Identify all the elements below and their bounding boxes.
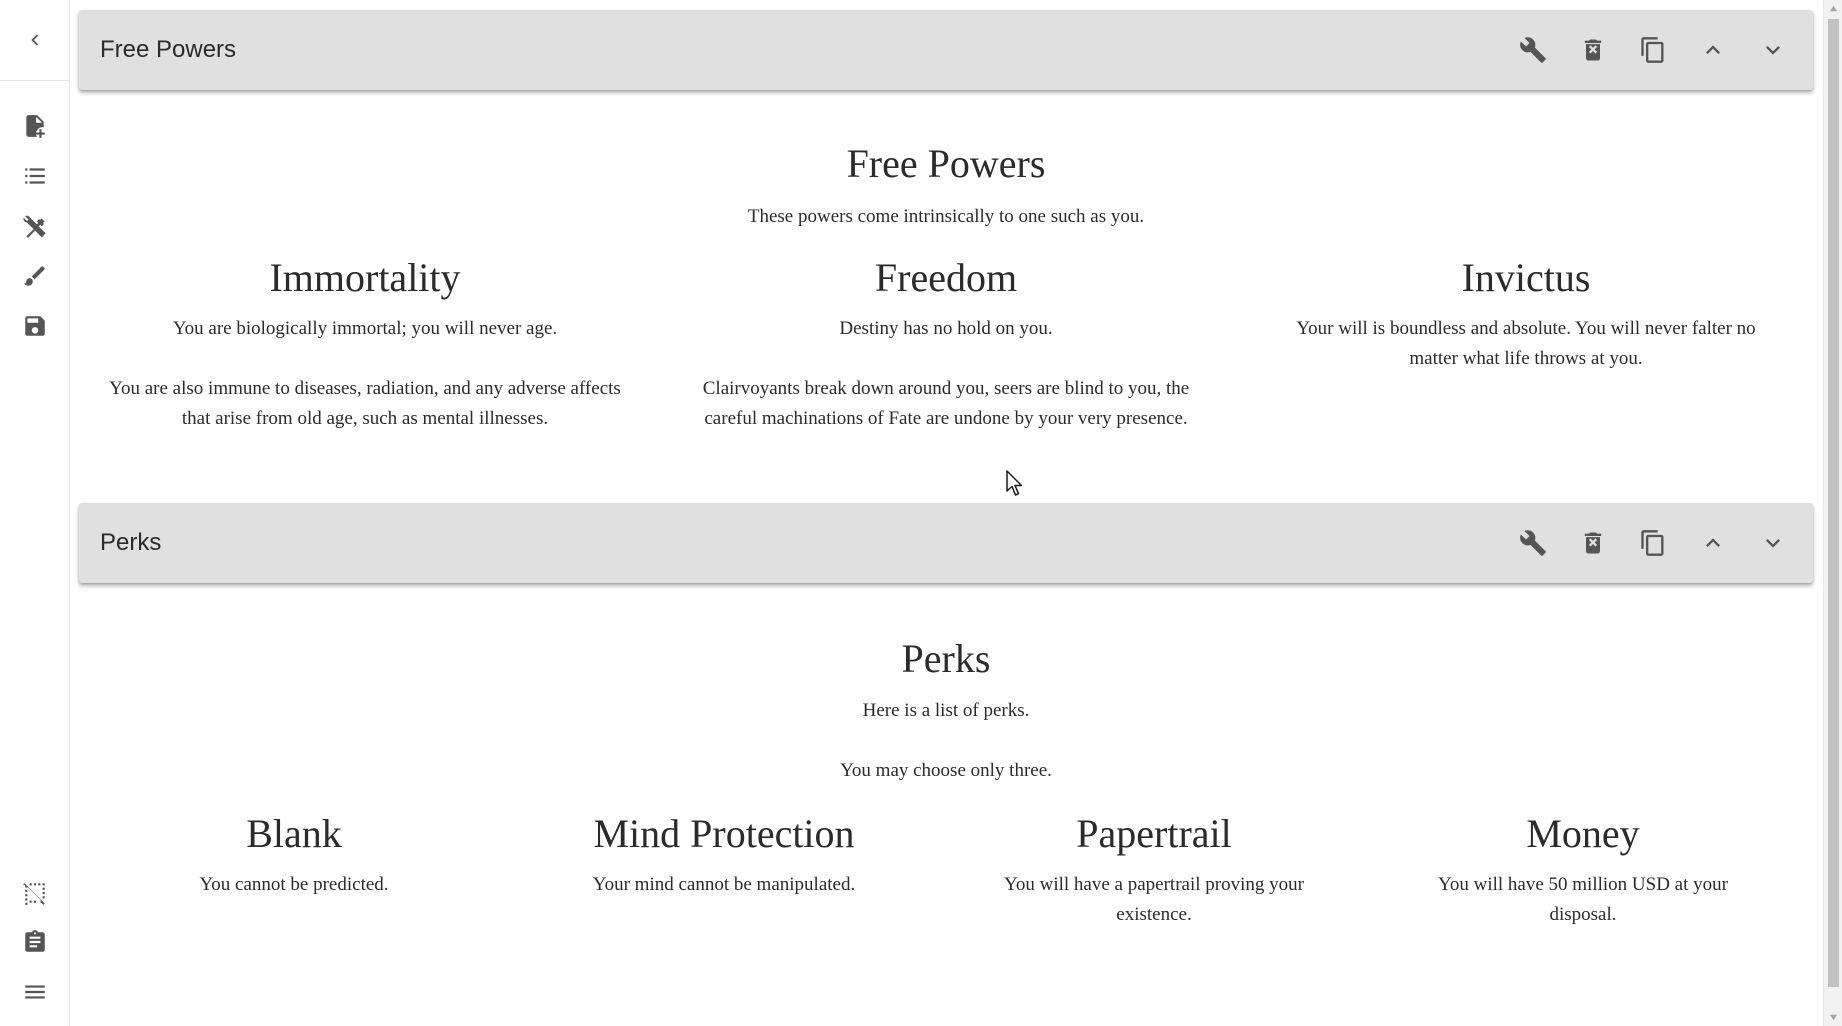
delete-icon [1584,532,1602,554]
vertical-scrollbar[interactable] [1823,0,1842,1026]
copy-row-button[interactable] [1633,30,1673,70]
copy-icon [1641,530,1664,556]
row-header-title: Free Powers [100,36,237,63]
back-button[interactable] [0,0,70,81]
choice-money[interactable]: Money You will have 50 million USD at yo… [1408,810,1758,930]
add-document-button[interactable] [17,108,53,144]
row-description-note: You may choose only three. [840,760,1052,781]
selection-off-icon [23,883,45,905]
row-perks: Perks Here is a list of perks. You may c… [79,583,1813,1026]
list-icon [25,168,45,184]
chevron-down-icon [1766,539,1780,548]
row-description: Here is a list of perks. [862,700,1030,721]
choice-text: You cannot be predicted. [199,874,389,895]
choice-title: Blank [246,811,342,856]
row-header-perks: Perks [79,503,1813,583]
move-row-up-button[interactable] [1693,30,1733,70]
row-free-powers: Free Powers These powers come intrinsica… [79,90,1813,490]
scroll-down-arrow[interactable] [1824,1009,1842,1026]
move-row-up-button[interactable] [1693,523,1733,563]
brush-icon [24,266,45,286]
choice-text: You are also immune to diseases, radiati… [109,378,621,429]
choice-mind-protection[interactable]: Mind Protection Your mind cannot be mani… [549,810,899,900]
choice-blank[interactable]: Blank You cannot be predicted. [119,810,469,900]
copy-row-button[interactable] [1633,523,1673,563]
brush-button[interactable] [17,258,53,294]
move-row-down-button[interactable] [1753,30,1793,70]
choice-text: You are biologically immortal; you will … [172,318,558,339]
choice-title: Money [1526,811,1640,856]
navigation-rail [0,0,70,1026]
scrollbar-thumb[interactable] [1828,19,1839,987]
clipboard-icon [25,930,45,952]
edit-row-button[interactable] [1513,30,1553,70]
row-title: Perks [901,636,991,681]
edit-row-button[interactable] [1513,523,1553,563]
choice-freedom[interactable]: Freedom Destiny has no hold on you. Clai… [690,254,1202,434]
delete-row-button[interactable] [1573,523,1613,563]
choice-title: Freedom [874,255,1018,300]
menu-button[interactable] [17,974,53,1010]
menu-icon [25,985,45,999]
project-content: Free Powers Free Powers These powers com… [71,0,1823,1026]
choice-text: Your will is boundless and absolute. You… [1296,318,1756,369]
choice-immortality[interactable]: Immortality You are biologically immorta… [109,254,621,434]
list-button[interactable] [17,158,53,194]
choice-title: Papertrail [1076,811,1232,856]
save-icon [25,316,45,336]
row-description: These powers come intrinsically to one s… [747,206,1145,227]
chevron-up-icon [1706,538,1720,547]
delete-icon [1584,39,1602,61]
choice-text: Destiny has no hold on you. [839,318,1053,339]
selection-off-button[interactable] [17,875,53,911]
choice-title: Invictus [1461,255,1591,300]
wrench-icon [1520,37,1546,63]
chevron-up-icon [1706,45,1720,54]
triangle-down-icon [1829,1014,1838,1021]
row-title: Free Powers [846,141,1046,186]
chevron-left-icon [31,34,39,46]
add-document-icon [26,115,45,138]
choice-text: Clairvoyants break down around you, seer… [702,378,1190,429]
tools-button[interactable] [17,208,53,244]
clipboard-button[interactable] [17,924,53,960]
chevron-down-icon [1766,46,1780,55]
copy-icon [1641,37,1664,63]
choice-title: Immortality [269,255,461,300]
delete-row-button[interactable] [1573,30,1613,70]
row-header-free-powers: Free Powers [79,10,1813,90]
choice-text: You will have 50 million USD at your dis… [1438,874,1728,925]
choice-text: Your mind cannot be manipulated. [592,874,856,895]
wrench-icon [1520,530,1546,556]
choice-text: You will have a papertrail proving your … [1004,874,1304,925]
tools-icon [23,215,46,238]
choice-invictus[interactable]: Invictus Your will is boundless and abso… [1270,254,1782,374]
choice-papertrail[interactable]: Papertrail You will have a papertrail pr… [979,810,1329,930]
move-row-down-button[interactable] [1753,523,1793,563]
triangle-up-icon [1829,5,1838,12]
save-button[interactable] [17,308,53,344]
scroll-up-arrow[interactable] [1824,0,1842,17]
row-header-title: Perks [100,529,162,556]
choice-title: Mind Protection [593,811,855,856]
mouse-cursor-icon [1006,470,1023,496]
